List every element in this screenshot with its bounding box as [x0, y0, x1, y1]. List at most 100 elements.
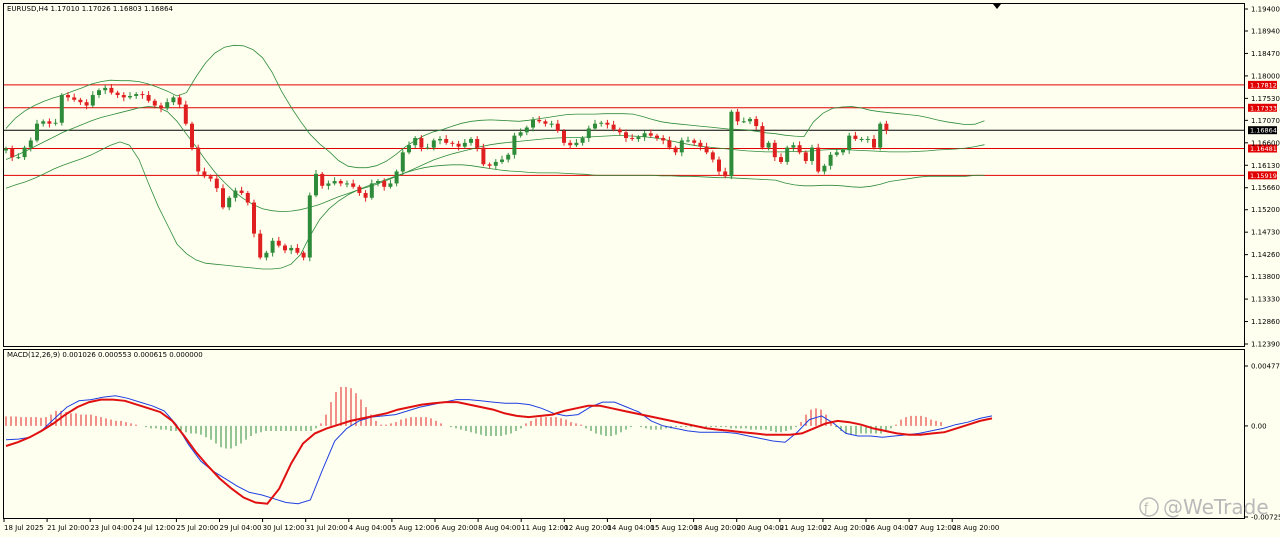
candle-body	[531, 119, 535, 128]
candle-body	[301, 252, 306, 258]
candle-body	[295, 247, 300, 253]
candle-body	[152, 100, 157, 106]
candle-body	[692, 140, 697, 143]
candle-body	[90, 95, 95, 106]
candle-body	[159, 105, 163, 109]
time-axis-label: 18 Aug 20:00	[694, 524, 741, 532]
candle-body	[469, 138, 473, 143]
candle-body	[500, 159, 504, 162]
candle-body	[320, 173, 325, 186]
price-axis-label: 1.16130	[1251, 162, 1280, 170]
candle-body	[748, 118, 752, 122]
candle-body	[865, 138, 870, 140]
candle-body	[115, 92, 120, 96]
candle-body	[84, 102, 89, 106]
candle-body	[524, 127, 529, 133]
candle-body	[413, 138, 418, 146]
candle-body	[382, 181, 387, 187]
candle-body	[481, 147, 486, 165]
candle-body	[450, 142, 455, 144]
candle-body	[264, 252, 269, 258]
candle-body	[338, 181, 343, 184]
candle-body	[41, 121, 46, 124]
price-axis-label: 1.19400	[1251, 6, 1280, 14]
macd-signal-line	[5, 398, 993, 505]
candle-body	[723, 171, 728, 177]
price-axis-label: 1.12860	[1251, 318, 1280, 326]
candle-body	[357, 186, 362, 193]
candle-body	[816, 147, 821, 172]
shift-marker-icon[interactable]	[993, 4, 1001, 9]
candle-body	[190, 123, 194, 148]
candle-body	[394, 171, 399, 184]
wetrade-logo-glyph: ƒ	[1143, 501, 1149, 515]
price-axis-label: 1.17070	[1251, 117, 1280, 125]
candle-body	[735, 111, 740, 122]
candle-body	[586, 128, 591, 139]
candle-body	[766, 142, 771, 148]
candle-body	[822, 165, 827, 172]
candle-body	[648, 133, 653, 136]
level-label: 1.15919	[1250, 172, 1277, 180]
candle-body	[134, 94, 139, 96]
candle-body	[326, 183, 331, 186]
candle-body	[214, 178, 219, 189]
time-axis-label: 23 Jul 04:00	[90, 524, 132, 532]
time-axis-label: 6 Aug 20:00	[435, 524, 478, 532]
candle-body	[165, 102, 170, 109]
candle-body	[655, 135, 659, 139]
candle-body	[859, 138, 864, 140]
candle-body	[456, 143, 461, 147]
time-axis-label: 24 Jul 12:00	[133, 524, 175, 532]
candle-body	[128, 95, 132, 98]
candle-body	[630, 138, 635, 140]
time-axis-label: 5 Aug 12:00	[392, 524, 435, 532]
price-axis-label: 1.15660	[1251, 184, 1280, 192]
candle-body	[47, 121, 52, 124]
time-axis-label: 22 Aug 20:00	[823, 524, 870, 532]
candle-body	[109, 87, 114, 93]
candle-body	[828, 154, 833, 166]
candle-body	[741, 121, 746, 123]
candle-body	[803, 152, 808, 161]
candle-body	[704, 146, 709, 153]
candle-body	[121, 95, 126, 98]
candle-body	[884, 123, 889, 131]
wetrade-logo-icon	[1139, 497, 1159, 517]
candle-body	[78, 99, 83, 103]
candle-body	[779, 157, 783, 162]
watermark-text: @WeTrade	[1163, 495, 1269, 519]
candle-body	[66, 95, 70, 98]
time-axis-label: 29 Jul 04:00	[220, 524, 262, 532]
trading-chart: 1.178121.173331.168641.164811.15919 1.19…	[3, 3, 1280, 532]
candle-body	[196, 147, 201, 172]
time-axis-label: 18 Jul 2025	[4, 524, 44, 532]
price-axis-label: 1.17530	[1251, 95, 1280, 103]
bollinger-middle-line	[5, 106, 985, 213]
candle-body	[717, 159, 721, 172]
candle-body	[642, 133, 647, 138]
level-label: 1.16864	[1250, 127, 1277, 135]
price-axis-label: 1.13800	[1251, 273, 1280, 281]
time-axis-label: 21 Jul 20:00	[47, 524, 89, 532]
candle-body	[549, 123, 554, 125]
price-axis-label: 1.12390	[1251, 341, 1280, 349]
candle-body	[28, 140, 33, 148]
candle-body	[4, 148, 8, 151]
candle-body	[667, 140, 672, 148]
candle-body	[388, 183, 393, 187]
candle-body	[72, 97, 77, 100]
candle-body	[345, 183, 349, 185]
candle-body	[555, 123, 560, 131]
candle-body	[475, 138, 480, 148]
candle-body	[276, 240, 281, 246]
time-axis-label: 4 Aug 04:00	[349, 524, 392, 532]
candle-body	[171, 97, 176, 103]
candle-body	[512, 135, 517, 155]
candle-body	[59, 95, 64, 123]
price-axis-label: 1.18000	[1251, 72, 1280, 80]
candle-body	[841, 149, 845, 153]
candle-body	[425, 147, 430, 149]
candle-body	[562, 130, 566, 143]
price-axis-label: 1.14260	[1251, 251, 1280, 259]
